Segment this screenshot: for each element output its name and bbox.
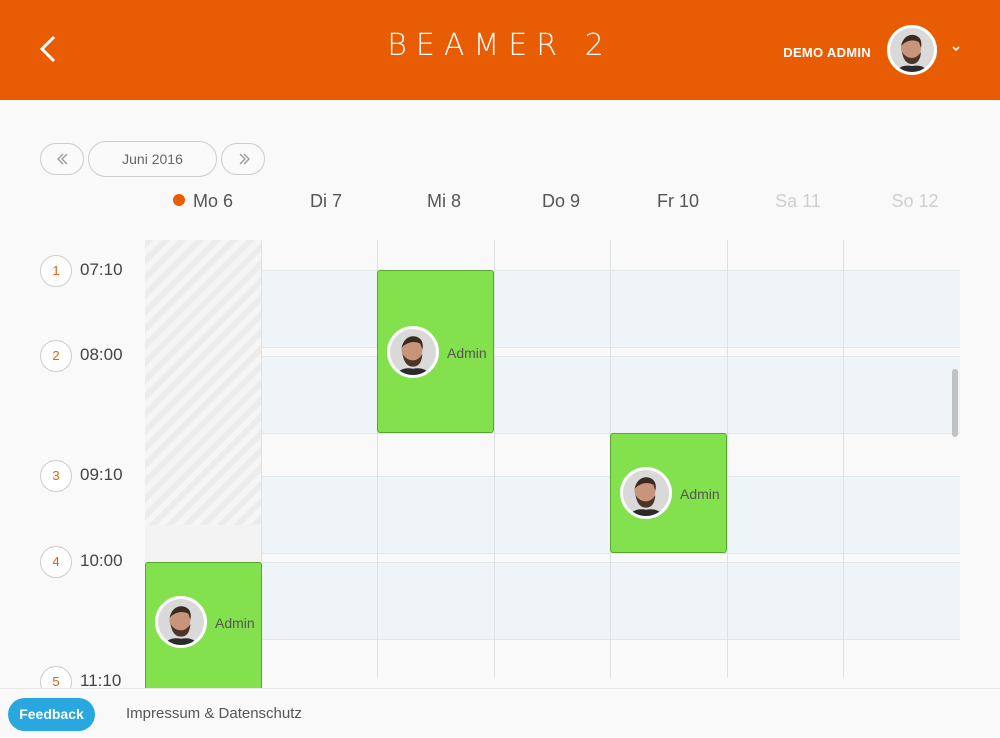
day-header-mi[interactable]: Mi 8	[386, 191, 502, 212]
slot-divider	[145, 562, 960, 563]
event-owner: Admin	[215, 615, 255, 631]
app-header: BEAMER 2 DEMO ADMIN	[0, 0, 1000, 100]
event-owner: Admin	[680, 486, 720, 502]
slot-divider	[145, 553, 960, 554]
slot-number: 1	[40, 255, 72, 287]
slot-divider	[145, 347, 960, 348]
day-column-divider	[727, 240, 728, 678]
day-header-do[interactable]: Do 9	[503, 191, 619, 212]
slot-number: 3	[40, 460, 72, 492]
slot-band-2[interactable]	[145, 356, 960, 433]
current-month[interactable]: Juni 2016	[88, 141, 217, 177]
slot-time: 09:10	[80, 465, 123, 484]
day-header-mo[interactable]: Mo 6	[145, 191, 261, 212]
double-chevron-right-icon	[239, 153, 250, 165]
slot-band-3[interactable]	[145, 476, 960, 553]
avatar-photo-icon	[390, 329, 436, 375]
slot-time: 07:10	[80, 260, 123, 279]
slot-time: 08:00	[80, 345, 123, 364]
slot-divider	[145, 356, 960, 357]
slot-band-1[interactable]	[145, 270, 960, 347]
day-header-so[interactable]: So 12	[857, 191, 973, 212]
past-time-area-lower	[145, 525, 261, 562]
avatar-photo-icon	[623, 470, 669, 516]
vertical-scrollbar[interactable]	[952, 369, 958, 437]
next-month-button[interactable]	[221, 143, 265, 175]
event-card[interactable]: Admin	[377, 270, 494, 433]
imprint-link[interactable]: Impressum & Datenschutz	[126, 705, 302, 722]
slot-band-4[interactable]	[145, 562, 960, 639]
avatar	[155, 596, 207, 648]
slot-time: 10:00	[80, 551, 123, 570]
slot-divider	[145, 476, 960, 477]
day-header-fr[interactable]: Fr 10	[620, 191, 736, 212]
feedback-button[interactable]: Feedback	[8, 698, 95, 731]
event-card[interactable]: Admin	[145, 562, 262, 688]
user-menu-caret[interactable]	[950, 42, 962, 54]
day-header-di[interactable]: Di 7	[268, 191, 384, 212]
day-column-divider	[494, 240, 495, 678]
day-column-divider	[843, 240, 844, 678]
today-indicator	[172, 194, 185, 206]
double-chevron-left-icon	[57, 153, 68, 165]
footer: Feedback Impressum & Datenschutz	[0, 688, 1000, 738]
slot-divider	[145, 639, 960, 640]
past-time-area	[145, 240, 261, 525]
chevron-down-icon	[952, 46, 960, 52]
slot-number: 2	[40, 340, 72, 372]
avatar-photo-icon	[158, 599, 204, 645]
avatar	[620, 467, 672, 519]
slot-time: 11:10	[80, 671, 122, 688]
event-card[interactable]: Admin	[610, 433, 727, 553]
event-owner: Admin	[447, 345, 487, 361]
slot-number: 5	[40, 666, 72, 688]
prev-month-button[interactable]	[40, 143, 84, 175]
day-header-sa[interactable]: Sa 11	[740, 191, 856, 212]
calendar-grid: 1 07:10 2 08:00 3 09:10 4 10:00 5 11:10 …	[0, 240, 1000, 688]
avatar-photo-icon	[890, 28, 934, 72]
user-avatar[interactable]	[887, 25, 937, 75]
slot-divider	[145, 433, 960, 434]
slot-divider	[145, 270, 960, 271]
slot-number: 4	[40, 546, 72, 578]
avatar	[387, 326, 439, 378]
user-name[interactable]: DEMO ADMIN	[783, 45, 871, 60]
